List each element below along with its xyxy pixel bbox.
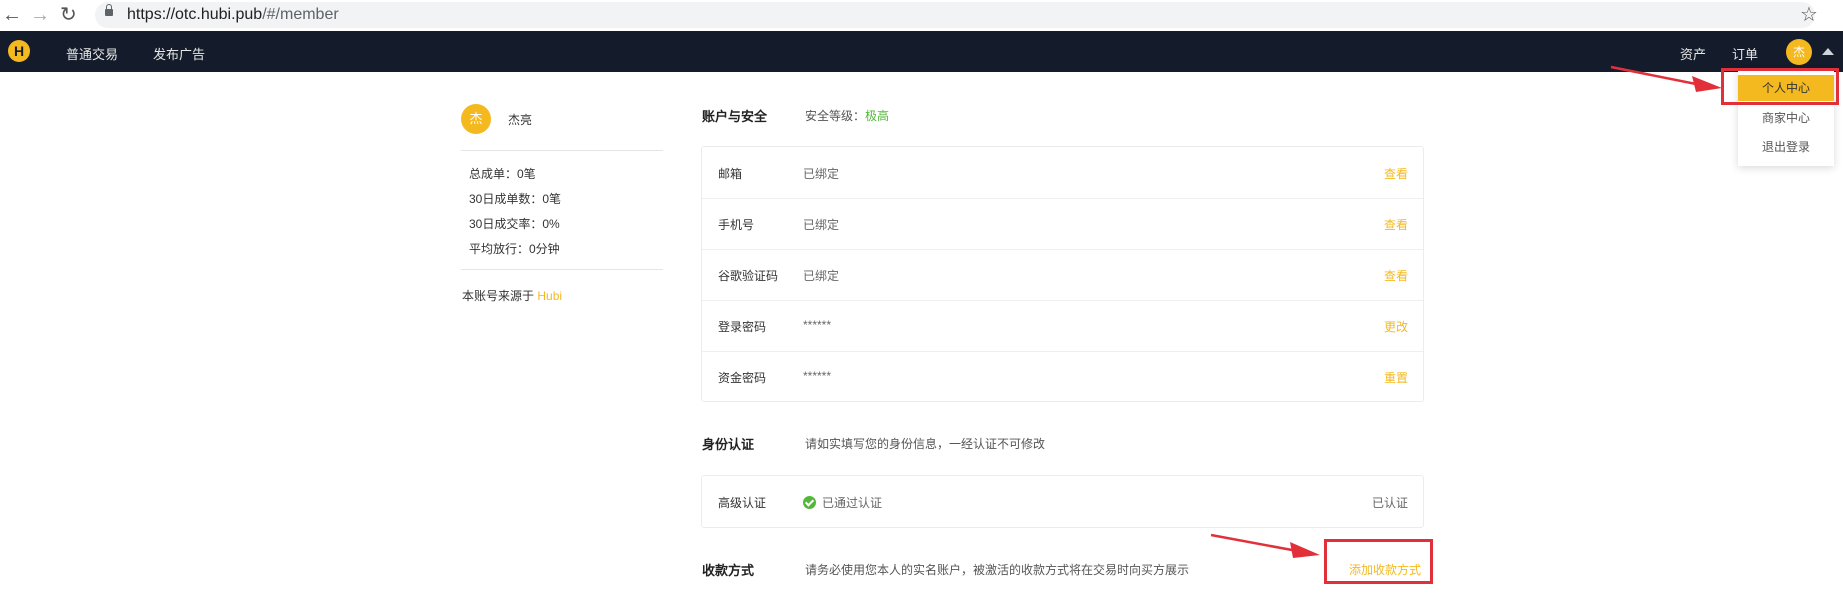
arrow-head-top bbox=[1692, 76, 1722, 92]
arrow-line-top bbox=[1610, 65, 1697, 86]
arrow-line-bottom bbox=[1210, 533, 1293, 552]
arrow-head-bottom bbox=[1290, 542, 1320, 558]
annotation-arrows bbox=[1210, 65, 1722, 558]
